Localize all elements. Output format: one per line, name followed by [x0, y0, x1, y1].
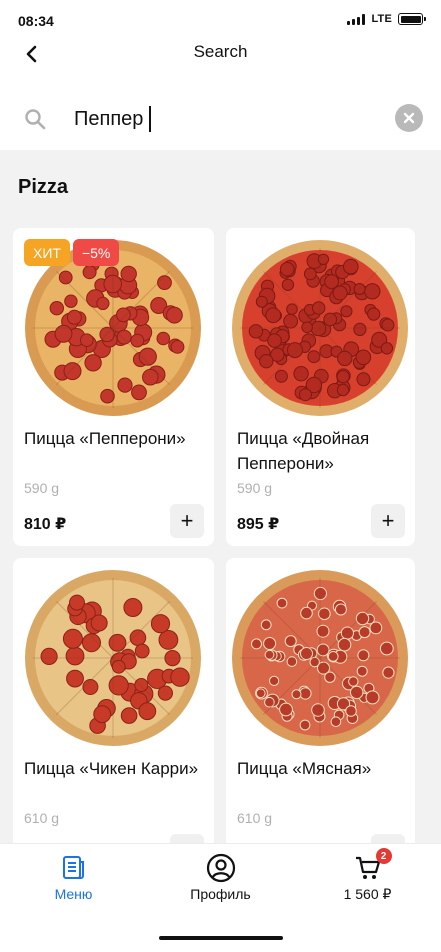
product-name: Пицца «Двойная Пепперони»: [237, 429, 370, 473]
pizza-image: [232, 240, 408, 416]
badges: ХИТ −5%: [24, 239, 120, 266]
product-weight: 610 g: [24, 810, 60, 826]
product-name: Пицца «Пепперони»: [24, 429, 186, 448]
tab-label: Профиль: [190, 886, 251, 902]
page-title: Search: [193, 42, 248, 61]
search-bar: [0, 92, 441, 146]
nav-header: Search: [0, 36, 441, 72]
product-name: Пицца «Чикен Карри»: [24, 759, 199, 778]
add-to-cart-button[interactable]: +: [371, 834, 405, 843]
home-indicator: [159, 936, 283, 940]
bottom-tab-bar: Меню Профиль 2 1 560 ₽: [0, 843, 441, 952]
status-indicators: LTE: [347, 13, 426, 25]
clear-search-button[interactable]: [395, 104, 423, 132]
add-to-cart-button[interactable]: +: [170, 834, 204, 843]
product-price: 895 ₽: [237, 516, 280, 533]
cart-count-badge: 2: [375, 848, 392, 864]
status-time: 08:34: [18, 13, 54, 29]
search-input[interactable]: [74, 104, 364, 134]
pizza-image: [25, 570, 201, 746]
add-to-cart-button[interactable]: +: [170, 504, 204, 538]
product-card[interactable]: ХИТ −5% Пицца «Пепперони» 590 g 810 ₽ +: [13, 228, 214, 546]
tab-profile[interactable]: Профиль: [147, 844, 294, 908]
status-bar: 08:34 LTE: [0, 0, 441, 36]
cart-total: 1 560 ₽: [343, 886, 392, 902]
product-card[interactable]: Пицца «Двойная Пепперони» 590 g 895 ₽ +: [226, 228, 415, 546]
text-caret: [149, 106, 151, 132]
profile-icon: [206, 852, 236, 884]
discount-badge: −5%: [72, 239, 120, 266]
product-grid: ХИТ −5% Пицца «Пепперони» 590 g 810 ₽ + …: [13, 228, 429, 843]
signal-icon: [347, 13, 366, 25]
product-card[interactable]: Пицца «Чикен Карри» 610 g +: [13, 558, 214, 843]
menu-icon: [62, 852, 86, 884]
network-type: LTE: [371, 13, 392, 25]
product-weight: 590 g: [237, 480, 273, 496]
cart-icon: 2: [354, 848, 392, 884]
product-card[interactable]: Пицца «Мясная» 610 g +: [226, 558, 415, 843]
hit-badge: ХИТ: [24, 239, 70, 266]
product-name: Пицца «Мясная»: [237, 759, 372, 778]
battery-icon: [398, 13, 426, 25]
pizza-image: [232, 570, 408, 746]
tab-menu[interactable]: Меню: [0, 844, 147, 908]
tab-cart[interactable]: 2 1 560 ₽: [294, 844, 441, 908]
tab-label: Меню: [54, 886, 93, 902]
search-icon: [25, 109, 46, 130]
product-weight: 590 g: [24, 480, 60, 496]
section-title: Pizza: [18, 176, 69, 198]
product-price: 810 ₽: [24, 516, 67, 533]
add-to-cart-button[interactable]: +: [371, 504, 405, 538]
product-weight: 610 g: [237, 810, 273, 826]
results-area: Pizza ХИТ −5% Пицца «Пепперони» 590 g 81…: [0, 150, 441, 843]
close-icon: [403, 112, 415, 124]
